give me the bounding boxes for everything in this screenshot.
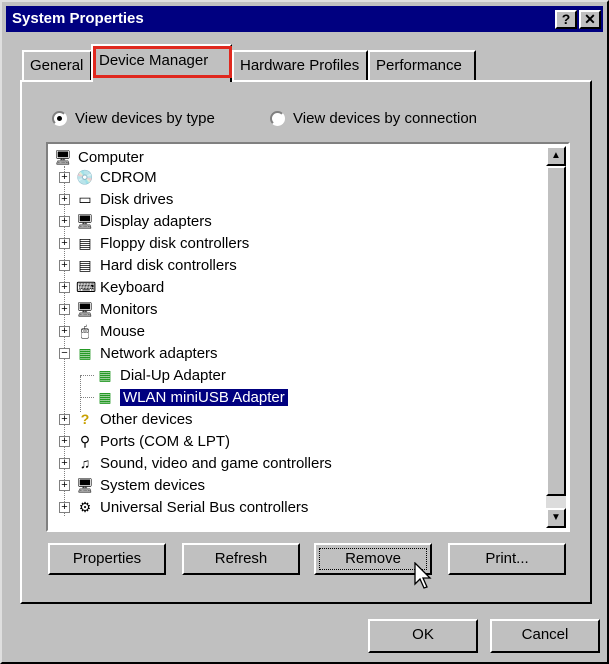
tab-general[interactable]: General	[22, 50, 92, 80]
view-by-connection-radio[interactable]: View devices by connection	[270, 110, 477, 127]
window-title: System Properties	[12, 10, 144, 27]
system-properties-window: System Properties ? ✕ General Device Man…	[0, 0, 609, 664]
expand-icon[interactable]: +	[59, 414, 70, 425]
tab-hardware-profiles-label: Hardware Profiles	[240, 57, 360, 74]
tab-performance-label: Performance	[376, 57, 462, 74]
tree-item-label: Network adapters	[100, 344, 218, 362]
expand-icon[interactable]: +	[59, 172, 70, 183]
device-tree[interactable]: 🖥 Computer + 💿 CDROM + ▭ Disk drives + 🖥 Dis…	[46, 142, 570, 532]
expand-icon[interactable]: +	[59, 282, 70, 293]
expand-icon[interactable]: +	[59, 502, 70, 513]
expand-icon[interactable]: +	[59, 260, 70, 271]
tree-item-mouse[interactable]: 🖱 Mouse	[76, 320, 145, 342]
tree-item-label: Computer	[78, 148, 144, 166]
tab-hardware-profiles[interactable]: Hardware Profiles	[232, 50, 368, 80]
expand-icon[interactable]: +	[59, 458, 70, 469]
refresh-button[interactable]: Refresh	[182, 543, 300, 575]
tree-item-label: Ports (COM & LPT)	[100, 432, 231, 450]
cdrom-icon: 💿	[76, 169, 94, 185]
tree-item-label-selected: WLAN miniUSB Adapter	[120, 388, 288, 406]
sound-icon: ♫	[79, 455, 91, 471]
tree-scrollbar[interactable]: ▲ ▼	[546, 146, 566, 528]
tree-item-label: Display adapters	[100, 212, 212, 230]
tab-performance[interactable]: Performance	[368, 50, 476, 80]
floppy-icon: ▤	[78, 235, 92, 251]
tree-item-label: Disk drives	[100, 190, 174, 208]
tree-item-label: System devices	[100, 476, 206, 494]
tree-item-label: CDROM	[100, 168, 157, 186]
view-by-connection-label: View devices by connection	[293, 110, 477, 127]
usb-icon: ⚙	[78, 499, 92, 515]
view-by-type-label: View devices by type	[75, 110, 215, 127]
mouse-icon: 🖱	[80, 323, 90, 339]
expand-icon[interactable]: +	[59, 480, 70, 491]
tree-item-floppy[interactable]: ▤ Floppy disk controllers	[76, 232, 249, 254]
computer-icon: 🖥	[54, 149, 72, 165]
display-icon: 🖥	[76, 213, 94, 229]
tab-device-manager[interactable]: Device Manager	[91, 44, 232, 82]
tree-item-label: Dial-Up Adapter	[120, 366, 226, 384]
tree-item-system-devices[interactable]: 🖥 System devices	[76, 474, 205, 496]
tree-item-ports[interactable]: ⚲ Ports (COM & LPT)	[76, 430, 230, 452]
scroll-down-icon[interactable]: ▼	[546, 508, 566, 528]
tree-item-cdrom[interactable]: 💿 CDROM	[76, 166, 157, 188]
scroll-thumb[interactable]	[546, 166, 566, 496]
focus-rect	[319, 548, 427, 570]
network-icon: ▦	[78, 345, 92, 361]
tree-item-label: Sound, video and game controllers	[100, 454, 332, 472]
tree-item-dialup-adapter[interactable]: ▦ Dial-Up Adapter	[96, 364, 226, 386]
tree-item-hard-disk[interactable]: ▤ Hard disk controllers	[76, 254, 237, 276]
tree-item-usb[interactable]: ⚙ Universal Serial Bus controllers	[76, 496, 309, 518]
port-icon: ⚲	[79, 433, 91, 449]
tree-item-wlan-adapter[interactable]: ▦ WLAN miniUSB Adapter	[96, 386, 288, 408]
harddisk-icon: ▤	[78, 257, 92, 273]
expand-icon[interactable]: +	[59, 436, 70, 447]
tree-item-label: Mouse	[100, 322, 146, 340]
system-icon: 🖥	[76, 477, 94, 493]
tree-item-computer[interactable]: 🖥 Computer	[54, 146, 144, 168]
tree-item-network-adapters[interactable]: ▦ Network adapters	[76, 342, 218, 364]
radio-empty-icon	[270, 111, 285, 126]
tab-general-label: General	[30, 57, 84, 74]
network-icon: ▦	[98, 367, 112, 383]
properties-button[interactable]: Properties	[48, 543, 166, 575]
tree-item-label: Floppy disk controllers	[100, 234, 250, 252]
scroll-up-icon[interactable]: ▲	[546, 146, 566, 166]
tree-item-display-adapters[interactable]: 🖥 Display adapters	[76, 210, 212, 232]
print-button[interactable]: Print...	[448, 543, 566, 575]
radio-selected-icon	[52, 111, 67, 126]
tree-item-monitors[interactable]: 🖥 Monitors	[76, 298, 158, 320]
tab-device-manager-label: Device Manager	[99, 52, 209, 69]
cancel-button[interactable]: Cancel	[490, 619, 600, 653]
tree-item-keyboard[interactable]: ⌨ Keyboard	[76, 276, 164, 298]
ok-button[interactable]: OK	[368, 619, 478, 653]
expand-icon[interactable]: +	[59, 326, 70, 337]
close-button[interactable]: ✕	[579, 10, 601, 29]
disk-icon: ▭	[78, 191, 92, 207]
expand-icon[interactable]: +	[59, 238, 70, 249]
help-button[interactable]: ?	[555, 10, 577, 29]
tree-item-other-devices[interactable]: ? Other devices	[76, 408, 193, 430]
tree-item-label: Hard disk controllers	[100, 256, 237, 274]
view-by-type-radio[interactable]: View devices by type	[52, 110, 215, 127]
tree-item-label: Keyboard	[100, 278, 165, 296]
collapse-icon[interactable]: −	[59, 348, 70, 359]
keyboard-icon: ⌨	[76, 279, 97, 295]
tree-item-disk-drives[interactable]: ▭ Disk drives	[76, 188, 173, 210]
network-icon: ▦	[98, 389, 112, 405]
tree-item-sound[interactable]: ♫ Sound, video and game controllers	[76, 452, 332, 474]
expand-icon[interactable]: +	[59, 304, 70, 315]
expand-icon[interactable]: +	[59, 216, 70, 227]
tree-item-label: Universal Serial Bus controllers	[100, 498, 309, 516]
monitor-icon: 🖥	[76, 301, 94, 317]
expand-icon[interactable]: +	[59, 194, 70, 205]
title-bar[interactable]: System Properties	[6, 6, 603, 32]
tree-item-label: Other devices	[100, 410, 193, 428]
tree-item-label: Monitors	[100, 300, 158, 318]
question-icon: ?	[80, 411, 90, 427]
mouse-cursor-icon	[414, 562, 432, 589]
